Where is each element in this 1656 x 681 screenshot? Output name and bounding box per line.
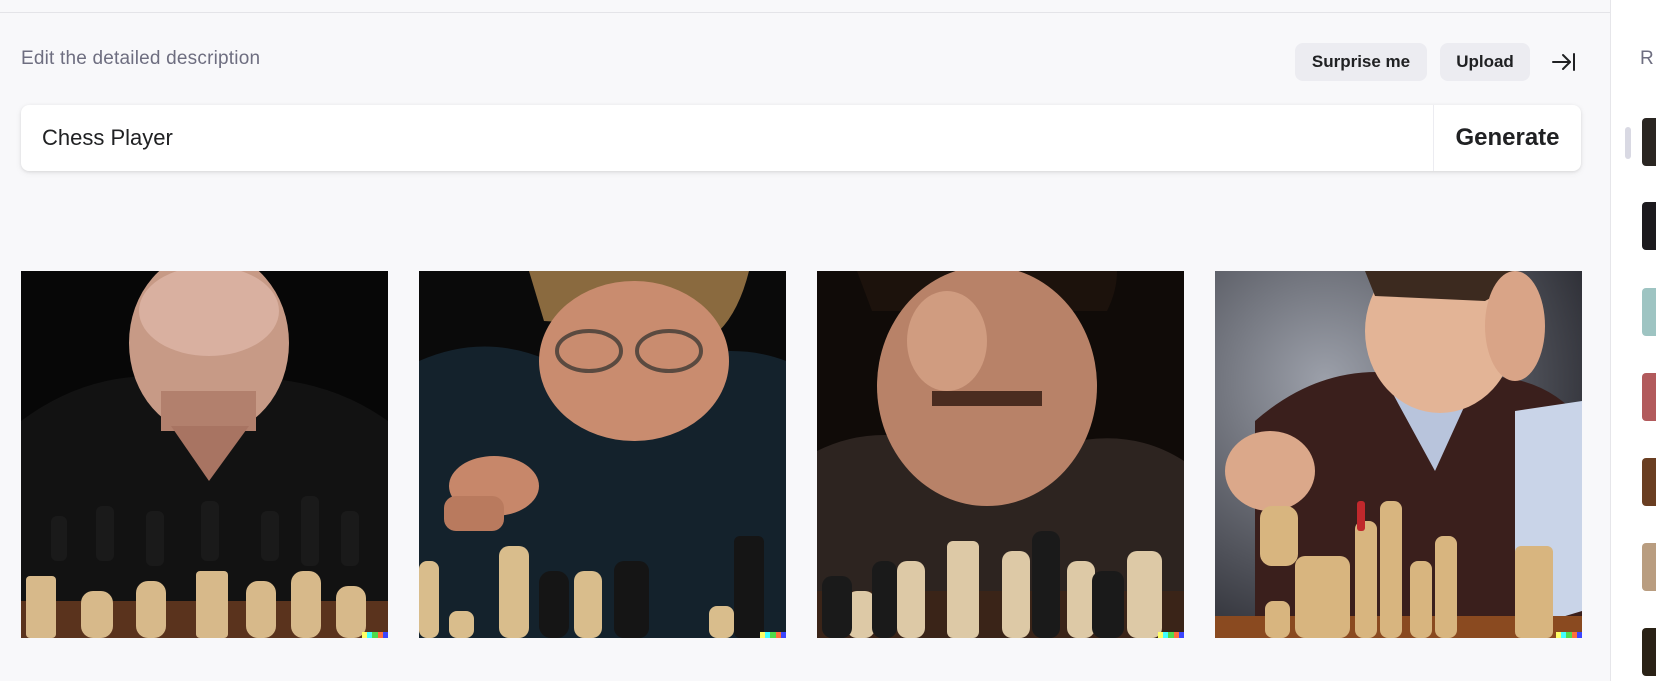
generated-image [21, 271, 388, 638]
sidebar-title: R [1640, 48, 1654, 69]
generated-image [1215, 271, 1582, 638]
collapse-sidebar-button[interactable] [1545, 43, 1583, 81]
header-actions: Surprise me Upload [0, 43, 1610, 81]
result-image-3[interactable] [817, 271, 1184, 638]
prompt-bar: Generate [21, 105, 1581, 171]
surprise-me-button[interactable]: Surprise me [1295, 43, 1427, 81]
result-image-4[interactable] [1215, 271, 1582, 638]
history-thumbnail[interactable] [1642, 288, 1656, 336]
signature-strip [760, 632, 786, 638]
history-sidebar: R [1610, 0, 1656, 681]
main-panel: Edit the detailed description Surprise m… [0, 0, 1610, 681]
history-thumbnail[interactable] [1642, 118, 1656, 166]
result-image-1[interactable] [21, 271, 388, 638]
generate-button[interactable]: Generate [1434, 105, 1581, 171]
sidebar-scrollbar[interactable] [1625, 127, 1631, 159]
collapse-right-icon [1552, 53, 1575, 71]
generated-image [817, 271, 1184, 638]
history-thumbnail[interactable] [1642, 458, 1656, 506]
prompt-input[interactable] [21, 105, 1433, 171]
result-image-2[interactable] [419, 271, 786, 638]
generated-image [419, 271, 786, 638]
signature-strip [1556, 632, 1582, 638]
signature-strip [362, 632, 388, 638]
history-thumbnail[interactable] [1642, 543, 1656, 591]
signature-strip [1158, 632, 1184, 638]
history-thumbnail[interactable] [1642, 373, 1656, 421]
app-root: Edit the detailed description Surprise m… [0, 0, 1656, 681]
upload-button[interactable]: Upload [1440, 43, 1530, 81]
history-thumbnail[interactable] [1642, 628, 1656, 676]
history-thumbnail[interactable] [1642, 202, 1656, 250]
